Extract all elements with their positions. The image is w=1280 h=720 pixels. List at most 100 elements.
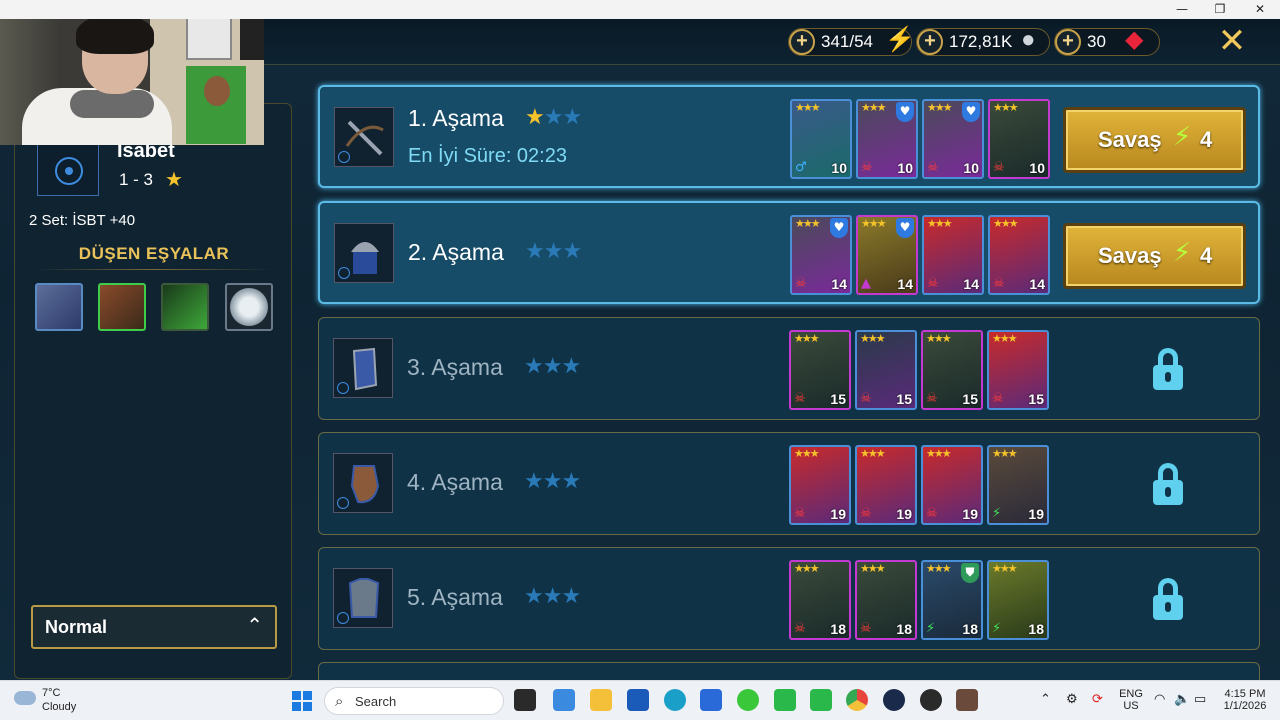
chrome-icon[interactable] xyxy=(846,689,868,711)
difficulty-label: Normal xyxy=(45,617,108,637)
battery-icon[interactable]: ▭ xyxy=(1194,691,1206,707)
lock-icon xyxy=(1153,348,1183,390)
edge-icon[interactable] xyxy=(664,689,686,711)
drop-item-ogre-icon[interactable] xyxy=(35,283,83,331)
accuracy-icon xyxy=(37,144,99,196)
stage-row-2[interactable]: 2. Aşama ★★★ ★★★ ♥ ☠ 14 ★★★ ♥ ▲ 14 ★★★ ☠ 14 ★★★ ☠… xyxy=(318,201,1260,304)
update-icon[interactable]: ⟳ xyxy=(1092,691,1103,707)
battle-button[interactable]: Savaş ⚡ 4 xyxy=(1063,107,1246,173)
ruby-icon: ◆ xyxy=(1125,26,1144,53)
stage-row-6[interactable] xyxy=(318,662,1260,680)
shield-icon xyxy=(333,338,393,398)
store-icon[interactable] xyxy=(700,689,722,711)
energy-icon: ⚡ xyxy=(1173,122,1192,152)
window-title-bar: — ❐ ✕ xyxy=(0,0,1280,19)
stage-row-3[interactable]: 3. Aşama ★★★ ★★★ ☠ 15 ★★★ ☠ 15 ★★★ ☠ 15 ★★★ ☠ 15 xyxy=(318,317,1260,420)
energy-icon: ⚡ xyxy=(1173,238,1192,268)
windows-start-icon[interactable] xyxy=(292,691,312,711)
enemy-portrait[interactable]: ★★★ ♥ ☠ 10 xyxy=(922,99,984,179)
drop-item-silver-icon[interactable] xyxy=(225,283,273,331)
helmet-icon xyxy=(334,223,394,283)
energy-counter: + 341/54 ⚡ xyxy=(788,26,915,56)
maximize-button[interactable]: ❐ xyxy=(1200,0,1240,19)
drop-item-potion-icon[interactable] xyxy=(161,283,209,331)
enemy-portrait[interactable]: ★★★ ☠ 15 xyxy=(921,330,983,410)
enemy-portrait[interactable]: ★★★ ⚡ 18 xyxy=(987,560,1049,640)
lock-icon xyxy=(1153,578,1183,620)
webcam-overlay xyxy=(0,19,264,145)
enemy-portrait[interactable]: ★★★ ☠ 14 xyxy=(988,215,1050,295)
close-window-button[interactable]: ✕ xyxy=(1240,0,1280,19)
enemy-portrait[interactable]: ★★★ ☠ 15 xyxy=(789,330,851,410)
crossbow-icon xyxy=(334,107,394,167)
enemy-portrait[interactable]: ★★★ ☠ 18 xyxy=(789,560,851,640)
minimize-button[interactable]: — xyxy=(1162,0,1202,19)
enemy-portrait[interactable]: ★★★ ☠ 18 xyxy=(855,560,917,640)
enemy-portrait[interactable]: ★★★ ☠ 19 xyxy=(789,445,851,525)
enemy-portrait[interactable]: ★★★ ☠ 19 xyxy=(855,445,917,525)
enemy-portrait[interactable]: ★★★ ☠ 14 xyxy=(922,215,984,295)
stage-name: 2. Aşama xyxy=(408,239,504,265)
wifi-icon[interactable]: ◠ xyxy=(1154,691,1165,707)
volume-icon[interactable]: 🔈 xyxy=(1174,691,1190,707)
stage-row-5[interactable]: 5. Aşama ★★★ ★★★ ☠ 18 ★★★ ☠ 18 ★★★ ⛊ ⚡ 18 ★★★ ⚡ 1… xyxy=(318,547,1260,650)
stage-stars: ★★★ xyxy=(524,354,581,379)
outlook-icon[interactable] xyxy=(627,689,649,711)
steam-icon[interactable] xyxy=(883,689,905,711)
enemy-portrait[interactable]: ★★★ ♂ 10 xyxy=(790,99,852,179)
poster-image xyxy=(186,19,232,60)
utorrent-icon[interactable] xyxy=(774,689,796,711)
stage-row-4[interactable]: 4. Aşama ★★★ ★★★ ☠ 19 ★★★ ☠ 19 ★★★ ☠ 19 ★★★ ⚡ 19 xyxy=(318,432,1260,535)
app-icon[interactable] xyxy=(920,689,942,711)
enemy-portrait[interactable]: ★★★ ♥ ▲ 14 xyxy=(856,215,918,295)
chevron-up-icon: ⌃ xyxy=(246,613,263,637)
app-icon[interactable] xyxy=(737,689,759,711)
chestplate-icon xyxy=(333,568,393,628)
poster-image xyxy=(186,66,246,144)
difficulty-select[interactable]: Normal ⌃ xyxy=(31,605,277,649)
taskbar-search[interactable]: ⌕ Search xyxy=(324,687,504,715)
enemy-portrait[interactable]: ★★★ ⛊ ⚡ 18 xyxy=(921,560,983,640)
energy-icon: ⚡ xyxy=(885,26,915,53)
resource-bar: + 341/54 ⚡ + 172,81K ● + 30 ◆ xyxy=(264,19,1280,65)
file-explorer-icon[interactable] xyxy=(590,689,612,711)
silver-value: 172,81K xyxy=(949,32,1013,51)
widgets-icon[interactable] xyxy=(553,689,575,711)
task-view-icon[interactable] xyxy=(514,689,536,711)
stage-stars: ★★★ xyxy=(524,584,581,609)
enemy-portrait[interactable]: ★★★ ⚡ 19 xyxy=(987,445,1049,525)
stage-stars: ★★★ xyxy=(525,239,582,264)
enemy-portrait[interactable]: ★★★ ☠ 19 xyxy=(921,445,983,525)
clock[interactable]: 4:15 PM 1/1/2026 xyxy=(1218,688,1272,712)
settings-icon[interactable]: ⚙ xyxy=(1066,691,1078,707)
close-icon[interactable]: ✕ xyxy=(1217,24,1247,58)
divider xyxy=(35,269,273,270)
add-silver-button[interactable]: + xyxy=(917,29,943,55)
stage-name: 5. Aşama xyxy=(407,584,503,610)
game-area: + 341/54 ⚡ + 172,81K ● + 30 ◆ ✕ İsabet 1… xyxy=(0,19,1280,680)
chevron-up-icon[interactable]: ⌃ xyxy=(1040,691,1051,707)
raid-game-icon[interactable] xyxy=(956,689,978,711)
best-time: En İyi Süre: 02:23 xyxy=(408,145,567,167)
stage-stars: ★★★ xyxy=(524,469,581,494)
enemy-portrait[interactable]: ★★★ ♥ ☠ 10 xyxy=(856,99,918,179)
add-energy-button[interactable]: + xyxy=(789,29,815,55)
enemy-portrait[interactable]: ★★★ ☠ 15 xyxy=(987,330,1049,410)
add-gems-button[interactable]: + xyxy=(1055,29,1081,55)
stage-row-1[interactable]: 1. Aşama ★★★ En İyi Süre: 02:23 ★★★ ♂ 10 ★… xyxy=(318,85,1260,188)
taskbar: 7°C Cloudy ⌕ Search ⌃ ⚙ ⟳ ENG US ◠ 🔈 ▭ 4… xyxy=(0,680,1280,720)
drop-item-beast-icon[interactable] xyxy=(98,283,146,331)
set-bonus: 2 Set: İSBT +40 xyxy=(29,212,136,229)
dungeon-info-panel: İsabet 1 - 3 ★ 2 Set: İSBT +40 DÜŞEN EŞY… xyxy=(14,103,292,679)
enemy-portrait[interactable]: ★★★ ☠ 15 xyxy=(855,330,917,410)
battle-button[interactable]: Savaş ⚡ 4 xyxy=(1063,223,1246,289)
gem-counter: + 30 ◆ xyxy=(1054,26,1160,56)
lock-icon xyxy=(1153,463,1183,505)
silver-coin-icon: ● xyxy=(1021,26,1036,53)
enemy-portrait[interactable]: ★★★ ☠ 10 xyxy=(988,99,1050,179)
enemy-portrait[interactable]: ★★★ ♥ ☠ 14 xyxy=(790,215,852,295)
language-indicator[interactable]: ENG US xyxy=(1116,688,1146,712)
utorrent-icon[interactable] xyxy=(810,689,832,711)
stage-stars: ★★★ xyxy=(525,105,582,130)
silver-counter: + 172,81K ● xyxy=(916,26,1050,56)
